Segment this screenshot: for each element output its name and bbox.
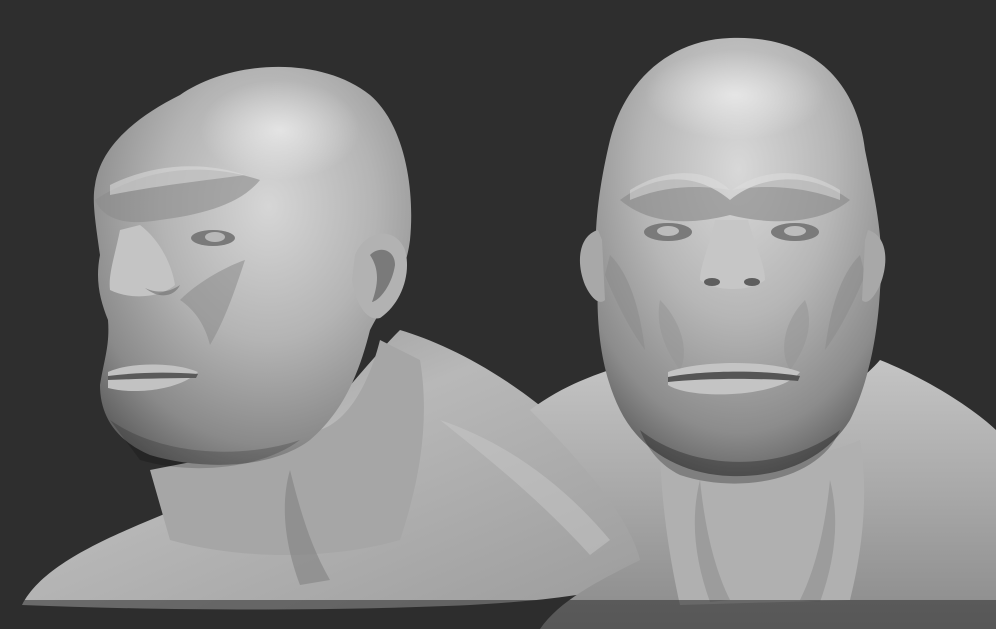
- sculpt-render: [0, 37, 996, 629]
- right-bust-ear-left: [579, 230, 605, 302]
- sculpt-viewport[interactable]: [0, 0, 996, 629]
- right-bust-ear-right: [862, 230, 886, 302]
- bust-three-quarter-view[interactable]: [22, 66, 695, 610]
